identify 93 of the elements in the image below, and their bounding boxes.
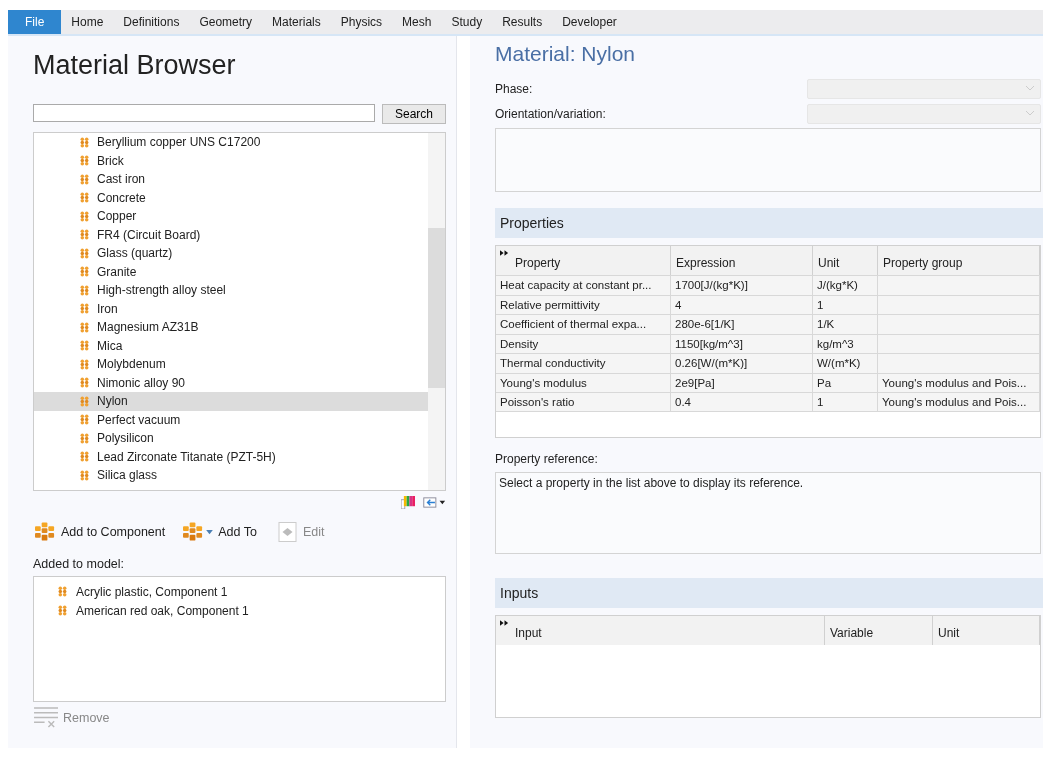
material-item[interactable]: Nimonic alloy 90 xyxy=(34,373,428,392)
material-item[interactable]: Glass (quartz) xyxy=(34,244,428,263)
material-item[interactable]: Beryllium copper UNS C17200 xyxy=(34,133,428,152)
material-item[interactable]: Iron xyxy=(34,299,428,318)
material-icon xyxy=(79,451,90,463)
material-icon xyxy=(79,192,90,204)
ribbon-tab[interactable]: Definitions xyxy=(113,10,190,34)
material-icon xyxy=(79,210,90,222)
ribbon-tab[interactable]: Study xyxy=(441,10,493,34)
material-icon xyxy=(79,321,90,333)
table-cell: 0.26[W/(m*K)] xyxy=(671,354,813,373)
table-cell: W/(m*K) xyxy=(813,354,878,373)
section-header: Inputs xyxy=(495,578,1043,608)
material-icon xyxy=(79,377,90,389)
material-item[interactable]: Mica xyxy=(34,336,428,355)
material-item[interactable]: Cast iron xyxy=(34,170,428,189)
ribbon-tab[interactable]: Developer xyxy=(552,10,627,34)
material-icon xyxy=(79,173,90,185)
material-item[interactable]: High-strength alloy steel xyxy=(34,281,428,300)
chevron-icon xyxy=(1026,86,1034,91)
table-cell: Coefficient of thermal expa... xyxy=(496,315,671,334)
ribbon-tab[interactable]: Materials xyxy=(262,10,331,34)
table-cell: 1 xyxy=(813,393,878,411)
material-icon xyxy=(79,395,90,407)
table-cell: Thermal conductivity xyxy=(496,354,671,373)
material-item[interactable]: Magnesium AZ31B xyxy=(34,318,428,337)
material-item[interactable]: FR4 (Circuit Board) xyxy=(34,225,428,244)
material-item[interactable]: Concrete xyxy=(34,188,428,207)
ribbon-tab[interactable]: Results xyxy=(492,10,553,34)
table-cell: 1/K xyxy=(813,315,878,334)
reference-text: Select a property in the list above to display its reference. xyxy=(499,476,804,490)
remove-list-icon xyxy=(33,706,60,729)
material-icon xyxy=(57,605,68,616)
material-icon xyxy=(79,469,90,481)
reference-label: Property reference: xyxy=(495,452,599,466)
material-item[interactable]: Granite xyxy=(34,262,428,281)
add-to-button[interactable]: Add To xyxy=(181,522,259,542)
material-icon xyxy=(79,432,90,444)
material-icon xyxy=(79,358,90,370)
expand-icon[interactable] xyxy=(500,620,509,626)
material-item[interactable]: Perfect vacuum xyxy=(34,410,428,429)
material-item[interactable]: Brick xyxy=(34,151,428,170)
add-to-component-button[interactable]: Add to Component xyxy=(33,522,168,542)
table-cell: 0.4 xyxy=(671,393,813,411)
material-icon xyxy=(79,414,90,426)
ribbon-tab[interactable]: Mesh xyxy=(392,10,442,34)
column-header[interactable]: Variable xyxy=(825,616,933,645)
section-header: Properties xyxy=(495,208,1043,238)
material-icon xyxy=(79,266,90,278)
material-item[interactable]: Molybdenum xyxy=(34,355,428,374)
phase-label: Phase: xyxy=(495,81,533,96)
material-icon xyxy=(79,284,90,296)
added-item[interactable]: Acrylic plastic, Component 1 xyxy=(34,582,445,601)
material-item[interactable]: Polysilicon xyxy=(34,429,428,448)
material-title: Material: Nylon xyxy=(495,42,637,67)
caret-icon xyxy=(206,529,214,535)
search-button[interactable]: Search xyxy=(382,104,446,124)
material-item[interactable]: Lead Zirconate Titanate (PZT-5H) xyxy=(34,447,428,466)
search-field[interactable] xyxy=(33,104,375,122)
table-cell: Poisson's ratio xyxy=(496,393,671,411)
material-blocks-icon xyxy=(35,522,56,542)
edit-icon xyxy=(276,522,298,542)
material-icon xyxy=(79,340,90,352)
material-item[interactable]: Silica glass xyxy=(34,466,428,485)
column-header[interactable]: Input xyxy=(496,616,825,645)
table-cell: 1700[J/(kg*K)] xyxy=(671,276,813,295)
ribbon-tab[interactable]: Physics xyxy=(330,10,393,34)
material-item[interactable]: Copper xyxy=(34,207,428,226)
ribbon-tab[interactable]: File xyxy=(8,10,62,34)
material-item[interactable]: Nylon xyxy=(34,392,428,411)
added-label: Added to model: xyxy=(33,557,126,571)
material-icon xyxy=(79,229,90,241)
material-icon xyxy=(79,247,90,259)
layout-dropdown-icon[interactable] xyxy=(422,495,446,509)
chevron-icon xyxy=(1026,111,1034,116)
ribbon-tab[interactable]: Home xyxy=(61,10,114,34)
table-cell: Heat capacity at constant pr... xyxy=(496,276,671,295)
column-header[interactable]: Unit xyxy=(933,616,1040,645)
material-icon xyxy=(79,155,90,167)
table-cell: Young's modulus and Pois... xyxy=(878,393,1040,411)
browser-title: Material Browser xyxy=(33,50,237,82)
color-bars-icon[interactable] xyxy=(401,495,416,509)
material-blocks-icon xyxy=(183,522,205,542)
scrollbar[interactable] xyxy=(428,133,445,490)
orientation-label: Orientation/variation: xyxy=(495,106,606,121)
material-icon xyxy=(57,586,68,597)
material-icon xyxy=(79,303,90,315)
expand-icon[interactable] xyxy=(500,250,509,256)
table-cell: 280e-6[1/K] xyxy=(671,315,813,334)
ribbon-tab[interactable]: Geometry xyxy=(189,10,263,34)
table-cell: J/(kg*K) xyxy=(813,276,878,295)
material-icon xyxy=(79,136,90,148)
added-item[interactable]: American red oak, Component 1 xyxy=(34,601,445,620)
